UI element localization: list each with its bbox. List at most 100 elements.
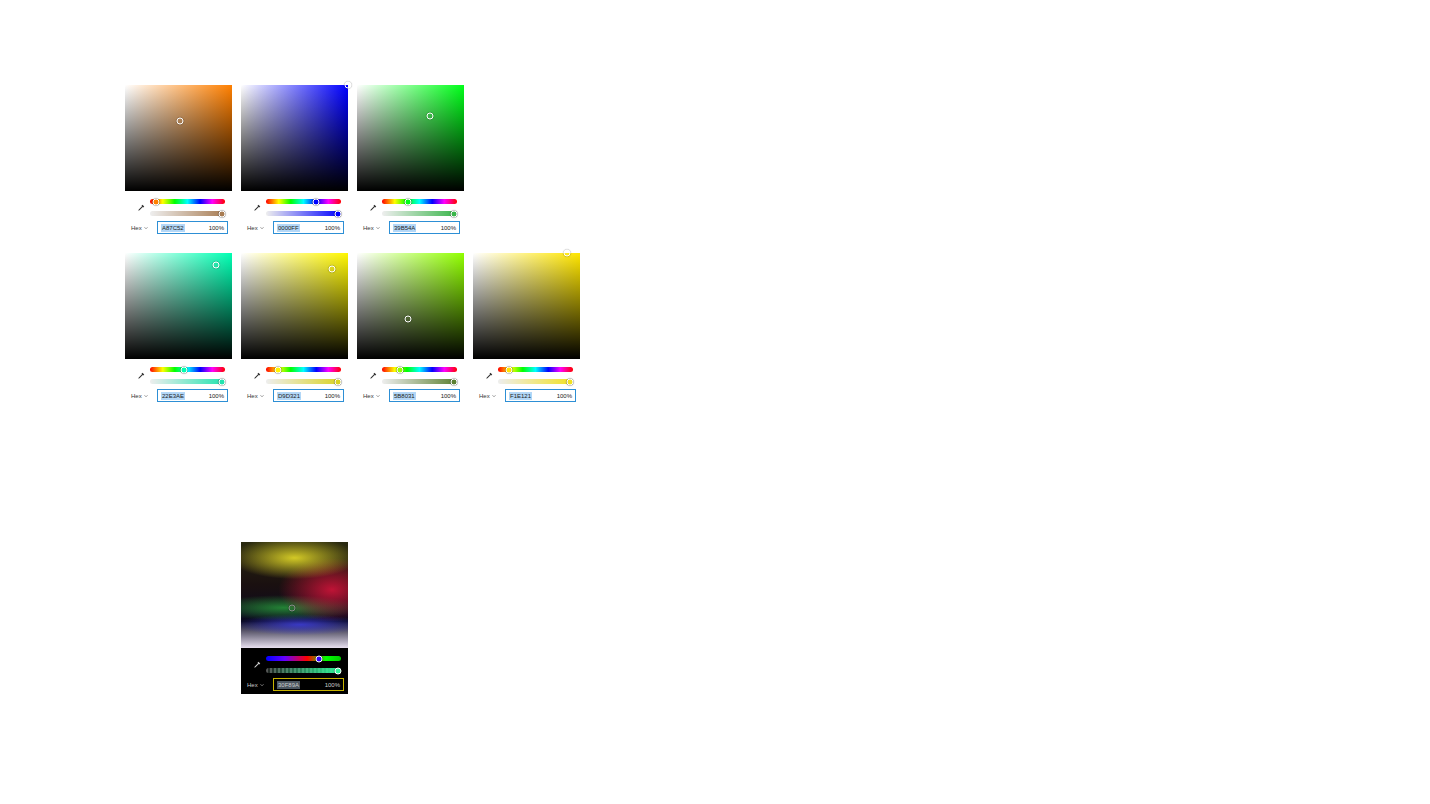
opacity-thumb[interactable] bbox=[219, 210, 226, 217]
opacity-value[interactable]: 100% bbox=[209, 393, 224, 399]
hue-slider[interactable] bbox=[498, 367, 573, 372]
hue-thumb[interactable] bbox=[397, 366, 404, 373]
format-label[interactable]: Hex bbox=[363, 225, 374, 231]
opacity-value[interactable]: 100% bbox=[209, 225, 224, 231]
hue-thumb[interactable] bbox=[153, 198, 160, 205]
chevron-down-icon[interactable] bbox=[376, 226, 380, 230]
chevron-down-icon[interactable] bbox=[144, 226, 148, 230]
opacity-slider[interactable] bbox=[266, 379, 341, 384]
chevron-down-icon[interactable] bbox=[492, 394, 496, 398]
hex-value[interactable]: 0000FF bbox=[277, 224, 300, 232]
color-cursor[interactable] bbox=[405, 315, 412, 322]
saturation-value-square[interactable] bbox=[357, 253, 464, 359]
eyedropper-icon[interactable] bbox=[137, 372, 145, 380]
opacity-thumb[interactable] bbox=[335, 210, 342, 217]
opacity-slider[interactable] bbox=[266, 211, 341, 216]
hex-field[interactable]: 22E3AE 100% bbox=[157, 389, 228, 402]
hue-thumb[interactable] bbox=[180, 366, 187, 373]
hue-slider[interactable] bbox=[266, 656, 341, 661]
hue-slider[interactable] bbox=[382, 199, 457, 204]
format-label[interactable]: Hex bbox=[479, 393, 490, 399]
hue-thumb[interactable] bbox=[275, 366, 282, 373]
eyedropper-icon[interactable] bbox=[253, 204, 261, 212]
format-label[interactable]: Hex bbox=[131, 393, 142, 399]
format-dropdown[interactable]: Hex bbox=[363, 393, 389, 399]
hex-field[interactable]: A87C52 100% bbox=[157, 221, 228, 234]
format-label[interactable]: Hex bbox=[247, 393, 258, 399]
eyedropper-icon[interactable] bbox=[137, 204, 145, 212]
saturation-value-square[interactable] bbox=[241, 542, 348, 648]
chevron-down-icon[interactable] bbox=[260, 394, 264, 398]
eyedropper-icon[interactable] bbox=[369, 372, 377, 380]
hue-slider[interactable] bbox=[266, 199, 341, 204]
hue-thumb[interactable] bbox=[405, 198, 412, 205]
opacity-value[interactable]: 100% bbox=[325, 682, 340, 688]
opacity-value[interactable]: 100% bbox=[557, 393, 572, 399]
opacity-thumb[interactable] bbox=[335, 667, 342, 674]
opacity-slider[interactable] bbox=[150, 211, 225, 216]
saturation-value-square[interactable] bbox=[473, 253, 580, 359]
opacity-value[interactable]: 100% bbox=[441, 393, 456, 399]
opacity-slider[interactable] bbox=[382, 379, 457, 384]
hex-value[interactable]: 39B54A bbox=[393, 224, 416, 232]
color-cursor[interactable] bbox=[426, 112, 433, 119]
hex-value[interactable]: 22E3AE bbox=[161, 392, 185, 400]
hex-value[interactable]: D9D321 bbox=[277, 392, 301, 400]
hue-slider[interactable] bbox=[382, 367, 457, 372]
format-dropdown[interactable]: Hex bbox=[247, 225, 273, 231]
format-dropdown[interactable]: Hex bbox=[363, 225, 389, 231]
format-label[interactable]: Hex bbox=[247, 225, 258, 231]
chevron-down-icon[interactable] bbox=[260, 683, 264, 687]
eyedropper-icon[interactable] bbox=[485, 372, 493, 380]
format-dropdown[interactable]: Hex bbox=[247, 682, 273, 688]
opacity-thumb[interactable] bbox=[219, 378, 226, 385]
color-cursor[interactable] bbox=[328, 265, 335, 272]
opacity-value[interactable]: 100% bbox=[441, 225, 456, 231]
hex-value[interactable]: A87C52 bbox=[161, 224, 185, 232]
opacity-slider[interactable] bbox=[498, 379, 573, 384]
hex-field[interactable]: 30F89A 100% bbox=[273, 678, 344, 691]
eyedropper-button[interactable] bbox=[363, 204, 382, 212]
saturation-value-square[interactable] bbox=[125, 253, 232, 359]
eyedropper-button[interactable] bbox=[247, 204, 266, 212]
format-dropdown[interactable]: Hex bbox=[131, 393, 157, 399]
color-cursor[interactable] bbox=[212, 261, 219, 268]
eyedropper-icon[interactable] bbox=[253, 372, 261, 380]
hue-slider[interactable] bbox=[150, 367, 225, 372]
opacity-slider[interactable] bbox=[266, 668, 341, 673]
chevron-down-icon[interactable] bbox=[144, 394, 148, 398]
opacity-value[interactable]: 100% bbox=[325, 225, 340, 231]
color-cursor[interactable] bbox=[345, 82, 352, 89]
hex-value[interactable]: 30F89A bbox=[277, 681, 300, 689]
hex-field[interactable]: D9D321100% bbox=[273, 389, 344, 402]
format-label[interactable]: Hex bbox=[131, 225, 142, 231]
hue-thumb[interactable] bbox=[313, 198, 320, 205]
color-cursor[interactable] bbox=[564, 250, 571, 257]
color-cursor[interactable] bbox=[289, 604, 296, 611]
color-cursor[interactable] bbox=[176, 118, 183, 125]
format-dropdown[interactable]: Hex bbox=[131, 225, 157, 231]
eyedropper-button[interactable] bbox=[363, 372, 382, 380]
format-dropdown[interactable]: Hex bbox=[247, 393, 273, 399]
format-dropdown[interactable]: Hex bbox=[479, 393, 505, 399]
opacity-thumb[interactable] bbox=[567, 378, 574, 385]
hue-slider[interactable] bbox=[266, 367, 341, 372]
eyedropper-button[interactable] bbox=[131, 204, 150, 212]
hue-slider[interactable] bbox=[150, 199, 225, 204]
hex-value[interactable]: F1E121 bbox=[509, 392, 532, 400]
eyedropper-icon[interactable] bbox=[253, 661, 261, 669]
hex-field[interactable]: 39B54A 100% bbox=[389, 221, 460, 234]
eyedropper-button[interactable] bbox=[247, 372, 266, 380]
opacity-thumb[interactable] bbox=[451, 210, 458, 217]
hex-field[interactable]: F1E121 100% bbox=[505, 389, 576, 402]
format-label[interactable]: Hex bbox=[363, 393, 374, 399]
opacity-slider[interactable] bbox=[382, 211, 457, 216]
eyedropper-button[interactable] bbox=[131, 372, 150, 380]
hue-thumb[interactable] bbox=[315, 655, 322, 662]
hue-thumb[interactable] bbox=[506, 366, 513, 373]
saturation-value-square[interactable] bbox=[241, 253, 348, 359]
opacity-thumb[interactable] bbox=[451, 378, 458, 385]
opacity-slider[interactable] bbox=[150, 379, 225, 384]
hex-field[interactable]: 0000FF 100% bbox=[273, 221, 344, 234]
chevron-down-icon[interactable] bbox=[260, 226, 264, 230]
